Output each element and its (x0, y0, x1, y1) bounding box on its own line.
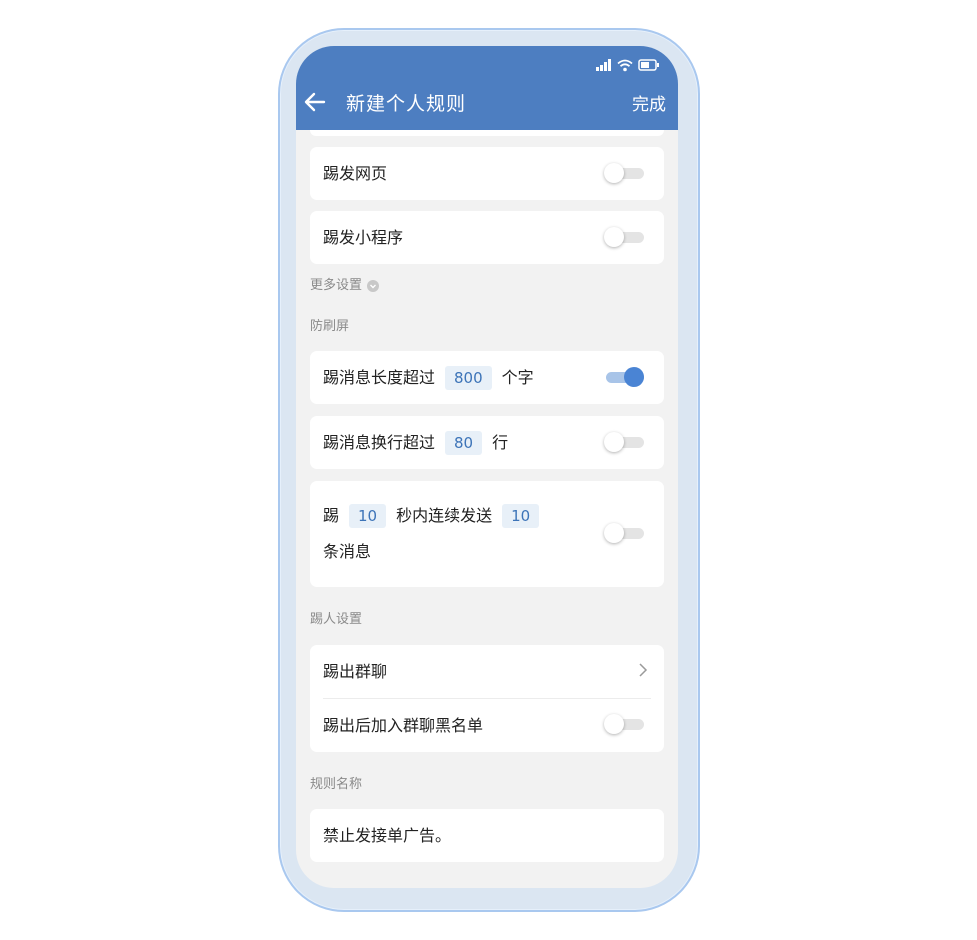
burst-count-input[interactable]: 10 (502, 504, 540, 528)
setting-row-burst-messages: 踢 10 秒内连续发送 10 条消息 (310, 481, 664, 587)
rule-name-section-title: 规则名称 (310, 777, 363, 792)
toggle-knob (604, 227, 624, 247)
rule-name-value: 禁止发接单广告。 (323, 826, 452, 845)
top-bar: 新建个人规则 完成 (296, 46, 678, 130)
row-label: 踢消息长度超过 800 个字 (323, 366, 534, 390)
kick-settings-card: 踢出群聊 踢出后加入群聊黑名单 (310, 645, 664, 752)
signal-icon (596, 59, 611, 71)
row-label: 踢出后加入群聊黑名单 (323, 716, 484, 735)
page-title: 新建个人规则 (346, 93, 467, 115)
setting-row-line-breaks: 踢消息换行超过 80 行 (310, 416, 664, 469)
toggle-knob (604, 163, 624, 183)
row-label: 踢 10 秒内连续发送 10 (323, 504, 549, 528)
kick-miniprogram-toggle[interactable] (604, 227, 644, 247)
length-prefix: 踢消息长度超过 (323, 368, 436, 387)
done-button[interactable]: 完成 (632, 94, 666, 116)
burst-suffix: 条消息 (323, 542, 372, 561)
app-screen: 新建个人规则 完成 踢发网页 踢发小程序 更多设置 防刷屏 踢消息长度超过 80… (296, 46, 678, 888)
chevron-right-icon (639, 663, 648, 677)
status-bar (596, 58, 660, 72)
kick-settings-section-title: 踢人设置 (310, 612, 363, 627)
chevron-circle-icon (367, 280, 380, 292)
setting-row-kick-miniprogram: 踢发小程序 (310, 211, 664, 264)
setting-row-message-length: 踢消息长度超过 800 个字 (310, 351, 664, 404)
blacklist-toggle[interactable] (604, 714, 644, 734)
back-arrow-icon[interactable] (302, 89, 328, 115)
burst-messages-toggle[interactable] (604, 523, 644, 543)
burst-seconds-input[interactable]: 10 (349, 504, 387, 528)
row-label: 踢发网页 (323, 164, 388, 183)
setting-row-kick-webpage: 踢发网页 (310, 147, 664, 200)
battery-icon (638, 59, 659, 71)
kick-webpage-toggle[interactable] (604, 163, 644, 183)
burst-prefix: 踢 (323, 506, 340, 525)
rule-name-field[interactable]: 禁止发接单广告。 (310, 809, 664, 862)
divider (323, 698, 651, 699)
message-length-toggle[interactable] (604, 367, 644, 387)
more-settings-toggle[interactable]: 更多设置 (310, 278, 380, 294)
row-label: 踢消息换行超过 80 行 (323, 431, 508, 455)
lines-suffix: 行 (492, 433, 509, 452)
row-label: 踢出群聊 (323, 662, 388, 681)
toggle-knob (604, 714, 624, 734)
row-label: 踢发小程序 (323, 228, 404, 247)
lines-prefix: 踢消息换行超过 (323, 433, 436, 452)
length-suffix: 个字 (501, 368, 534, 387)
wifi-icon (617, 59, 633, 71)
burst-middle: 秒内连续发送 (396, 506, 493, 525)
kick-from-group-row[interactable]: 踢出群聊 (310, 645, 664, 698)
more-settings-label: 更多设置 (310, 278, 363, 293)
anti-spam-section-title: 防刷屏 (310, 319, 350, 334)
lines-value-input[interactable]: 80 (445, 431, 483, 455)
previous-card-edge (310, 130, 664, 136)
toggle-knob (624, 367, 644, 387)
line-breaks-toggle[interactable] (604, 432, 644, 452)
toggle-knob (604, 523, 624, 543)
length-value-input[interactable]: 800 (445, 366, 492, 390)
toggle-knob (604, 432, 624, 452)
